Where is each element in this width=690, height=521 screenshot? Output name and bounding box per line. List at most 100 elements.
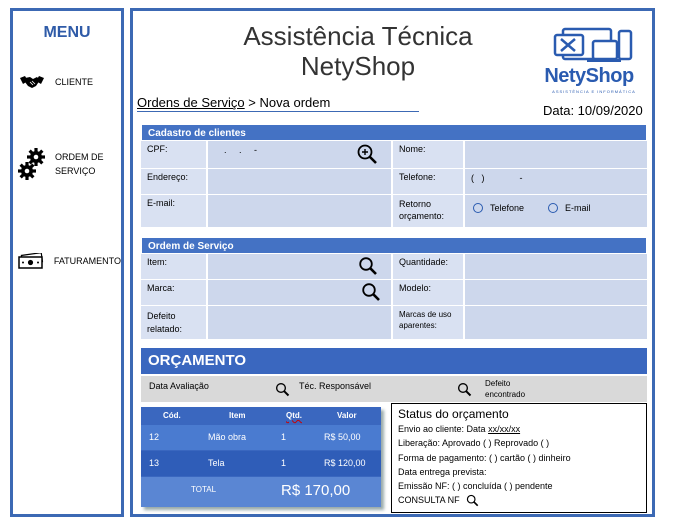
service-order-form: Ordem de Serviço Item: Quantidade: Marca… [141,237,647,340]
search-icon[interactable] [361,282,381,302]
radio-circle [548,203,558,213]
sidebar-item-label-line2: SERVIÇO [55,166,96,176]
col-header-qtd: Qtd. [286,411,302,420]
email-label: E-mail: [141,195,208,227]
table-header: Cód. Item Qtd. Valor [141,407,381,425]
radio-email[interactable]: E-mail [548,203,591,213]
quantidade-label: Quantidade: [393,254,465,279]
nome-label: Nome: [393,141,465,168]
marcas-field[interactable] [465,306,647,339]
service-order-title: Ordem de Serviço [141,237,647,254]
telefone-field[interactable]: ( ) - [465,169,647,194]
handshake-icon [17,73,47,91]
netyshop-logo: NetyShop ASSISTÊNCIA E INFORMÁTICA [531,25,647,95]
radio-circle [473,203,483,213]
defeito-encontrado-line1: Defeito [485,379,511,388]
status-pagamento[interactable]: Forma de pagamento: ( ) cartão ( ) dinhe… [398,451,640,465]
table-row[interactable]: 12 Mão obra 1 R$ 50,00 [141,425,381,450]
breadcrumb-separator: > [244,95,260,110]
total-value: R$ 170,00 [281,482,351,499]
item-label: Item: [141,254,208,279]
gears-icon [17,147,47,181]
cell-qtd: 1 [281,432,287,442]
menu-title: MENU [43,24,91,41]
table-row[interactable]: 13 Tela 1 R$ 120,00 [141,451,381,476]
endereco-label: Endereço: [141,169,208,194]
defeito-label-line2: relatado: [147,324,183,334]
orcamento-title: ORÇAMENTO [141,348,647,374]
consulta-nf-label: CONSULTA NF [398,495,460,506]
quantidade-field[interactable] [465,254,647,279]
current-date: Data: 10/09/2020 [543,103,643,118]
defeito-label: Defeito relatado: [141,306,208,339]
retorno-label: Retorno orçamento: [393,195,465,227]
client-form-title: Cadastro de clientes [141,124,647,141]
sidebar-item-label-line1: ORDEM DE [55,152,104,162]
client-form: Cadastro de clientes CPF: . . - Nome: En… [141,124,647,228]
search-icon[interactable] [275,382,290,397]
marcas-label: Marcas de uso aparentes: [393,306,465,339]
sidebar-item-label: FATURAMENTO [53,256,121,266]
email-field[interactable] [208,195,393,227]
main-panel: Assistência Técnica NetyShop NetyShop AS… [130,8,655,517]
data-avaliacao-label: Data Avaliação [149,381,209,391]
retorno-label-line1: Retorno [399,199,432,209]
cell-qtd: 1 [281,458,287,468]
status-envio-date[interactable]: xx/xx/xx [488,424,520,434]
col-header-valor: Valor [337,411,357,420]
cpf-mask: . . - [224,145,258,155]
defeito-label-line1: Defeito [147,311,176,321]
status-panel: Status do orçamento Envio ao cliente: Da… [391,403,647,513]
modelo-field[interactable] [465,280,647,305]
sidebar-item-faturamento[interactable]: FATURAMENTO [17,253,121,269]
retorno-label-line2: orçamento: [399,211,445,221]
endereco-field[interactable] [208,169,393,194]
cpf-field[interactable]: . . - [208,141,393,168]
status-consulta: CONSULTA NF [398,493,640,507]
nome-field[interactable] [465,141,647,168]
money-icon [17,253,46,269]
marca-label: Marca: [141,280,208,305]
cell-cod: 13 [149,458,160,468]
logo-subtitle: ASSISTÊNCIA E INFORMÁTICA [552,89,636,94]
defeito-encontrado-line2: encontrado [485,390,526,399]
zoom-in-icon[interactable] [356,143,378,165]
breadcrumb-current: Nova ordem [259,95,331,110]
marca-field[interactable] [208,280,393,305]
items-table: Cód. Item Qtd. Valor 12 Mão obra 1 R$ 50… [141,407,381,507]
defeito-field[interactable] [208,306,393,339]
table-total-row: TOTAL R$ 170,00 [141,477,381,507]
cell-item: Mão obra [208,432,247,442]
cpf-label: CPF: [141,141,208,168]
breadcrumb-link-ordens[interactable]: Ordens de Serviço [137,95,245,110]
total-label: TOTAL [191,485,217,494]
sidebar-item-ordem-servico[interactable]: ORDEM DE SERVIÇO [17,147,121,181]
marcas-label-line2: aparentes: [399,321,437,330]
cell-cod: 12 [149,432,160,442]
radio-telefone[interactable]: Telefone [473,203,524,213]
radio-telefone-label: Telefone [490,203,525,213]
item-field[interactable] [208,254,393,279]
modelo-label: Modelo: [393,280,465,305]
cell-item: Tela [208,458,225,468]
search-icon[interactable] [466,494,479,507]
cell-valor: R$ 120,00 [324,458,366,468]
sidebar-item-label: ORDEM DE SERVIÇO [55,150,104,178]
status-envio: Envio ao cliente: Data xx/xx/xx [398,422,640,436]
status-liberacao[interactable]: Liberação: Aprovado ( ) Reprovado ( ) [398,436,640,450]
tec-responsavel-label: Téc. Responsável [299,381,372,391]
sidebar-item-label: CLIENTE [55,77,94,87]
status-envio-label: Envio ao cliente: Data [398,424,489,434]
telefone-label: Telefone: [393,169,465,194]
sidebar-item-cliente[interactable]: CLIENTE [17,73,121,91]
status-emissao[interactable]: Emissão NF: ( ) concluída ( ) pendente [398,479,640,493]
col-header-item: Item [229,411,246,420]
search-icon[interactable] [358,256,378,276]
search-icon[interactable] [457,382,472,397]
col-header-cod: Cód. [163,411,181,420]
page-title-line2: NetyShop [300,51,416,81]
cell-valor: R$ 50,00 [324,432,361,442]
status-entrega: Data entrega prevista: [398,466,487,477]
marcas-label-line1: Marcas de uso [399,310,452,319]
orcamento-fields-row: Data Avaliação Téc. Responsável Defeito … [141,376,647,402]
